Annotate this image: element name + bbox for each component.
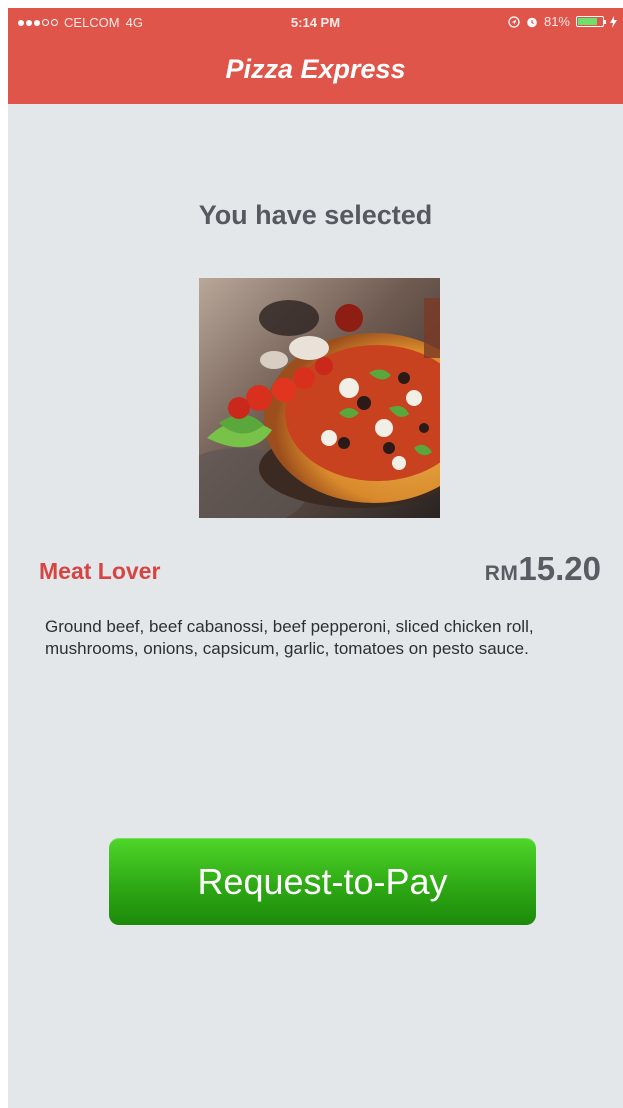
- battery-percent: 81%: [543, 14, 570, 29]
- app-header: CELCOM 4G 5:14 PM 81% Pizza Express: [8, 8, 623, 104]
- item-price: RM15.20: [485, 550, 601, 588]
- request-to-pay-button[interactable]: Request-to-Pay: [109, 838, 536, 925]
- item-name: Meat Lover: [39, 558, 161, 584]
- selection-heading: You have selected: [198, 200, 433, 230]
- battery-icon: [576, 16, 606, 27]
- item-description: Ground beef, beef cabanossi, beef pepper…: [45, 617, 534, 658]
- location-icon: [508, 15, 520, 28]
- charging-icon: [610, 15, 617, 28]
- pizza-image: [199, 278, 440, 518]
- status-bar: CELCOM 4G 5:14 PM 81%: [8, 8, 623, 38]
- status-bar-right: 81%: [508, 14, 617, 29]
- app-screen: CELCOM 4G 5:14 PM 81% Pizza Express You …: [8, 8, 623, 1108]
- alarm-icon: [526, 16, 538, 28]
- app-title: Pizza Express: [225, 54, 406, 84]
- price-amount: 15.20: [518, 550, 601, 587]
- price-currency: RM: [484, 562, 519, 585]
